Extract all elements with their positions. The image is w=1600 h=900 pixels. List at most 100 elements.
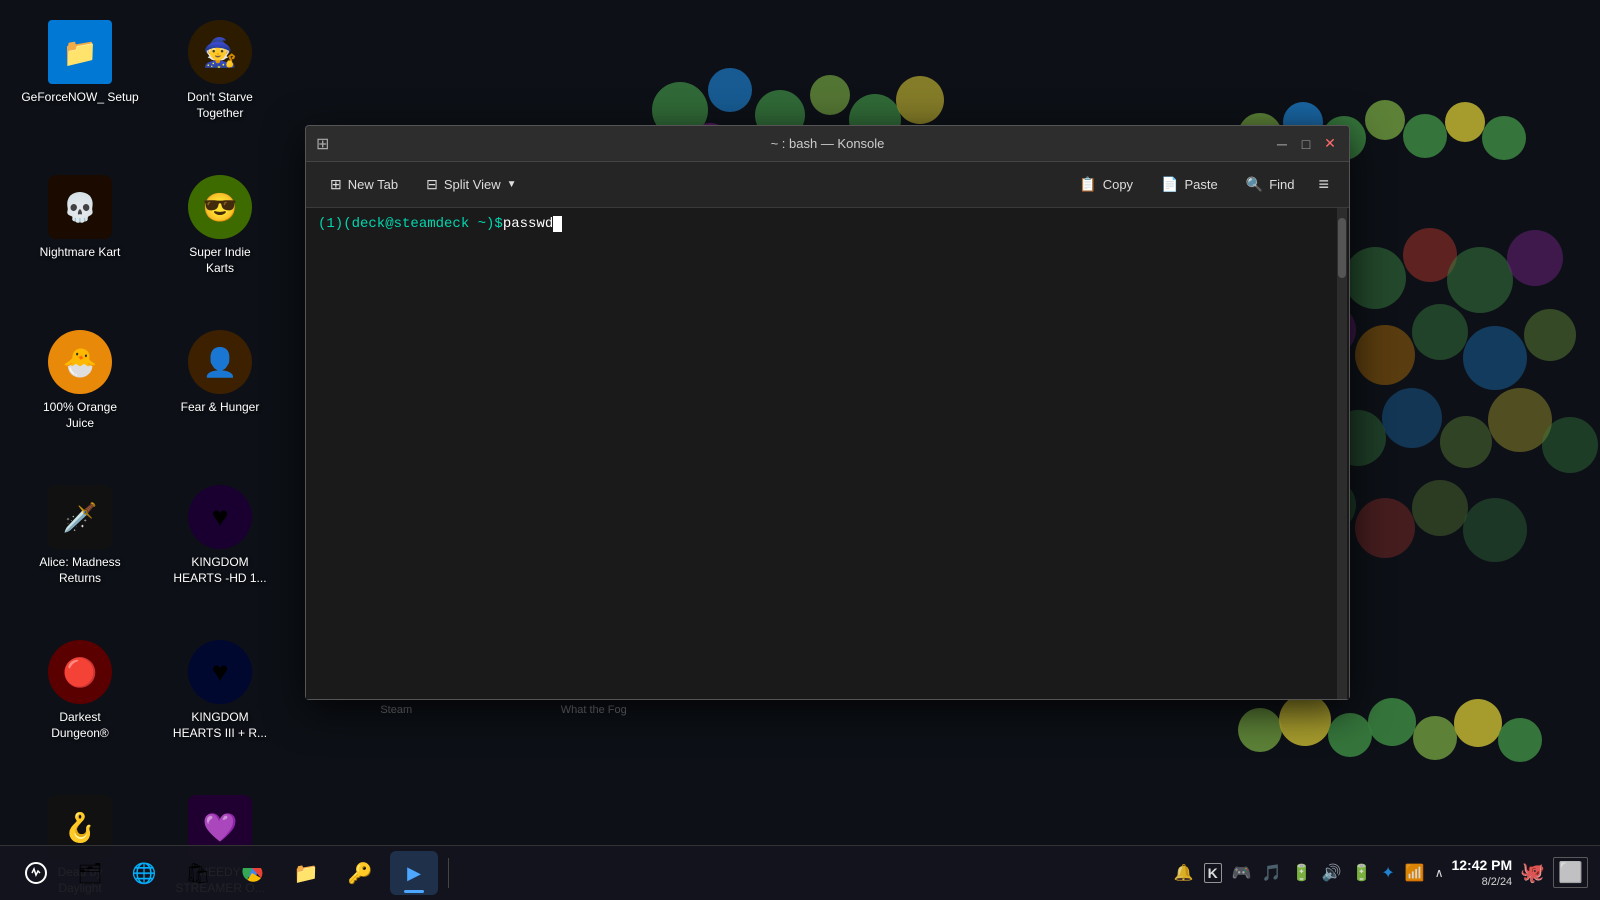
kde-icon[interactable]: K bbox=[1204, 863, 1222, 883]
github-icon[interactable]: 🐙 bbox=[1520, 860, 1545, 885]
oj-label: 100% OrangeJuice bbox=[43, 400, 117, 431]
toolbar-right: 📋 Copy 📄 Paste 🔍 Find ≡ bbox=[1067, 170, 1337, 199]
taskbar-right: 🔔 K 🎮 🎵 🔋 🔊 🔋 ✦ 📶 ∧ 12:42 PM 8/2/24 🐙 ⬜ bbox=[1174, 856, 1588, 891]
taskbar-chrome[interactable] bbox=[228, 851, 276, 895]
taskbar-separator bbox=[448, 858, 449, 888]
split-view-button[interactable]: ⊟ Split View ▼ bbox=[414, 170, 528, 199]
close-button[interactable]: ✕ bbox=[1321, 135, 1339, 153]
paste-icon: 📄 bbox=[1161, 176, 1178, 193]
prompt-command: passwd bbox=[503, 216, 553, 232]
fh-label: Fear & Hunger bbox=[181, 400, 260, 416]
dd-icon: 🔴 bbox=[48, 640, 112, 704]
new-tab-icon: ⊞ bbox=[330, 176, 342, 193]
volume-icon[interactable]: 🔊 bbox=[1322, 863, 1342, 883]
desktop-icon-kh1[interactable]: ♥ KINGDOMHEARTS -HD 1... bbox=[150, 475, 290, 630]
system-tray: 🔔 K 🎮 🎵 🔋 🔊 🔋 ✦ 📶 ∧ bbox=[1174, 863, 1444, 883]
split-view-label: Split View bbox=[444, 177, 501, 192]
konsole-titlebar: ⊞ ~ : bash — Konsole ─ □ ✕ bbox=[306, 126, 1349, 162]
battery-icon[interactable]: 🔋 bbox=[1351, 863, 1371, 883]
taskbar-kleopatra[interactable]: 🔑 bbox=[336, 851, 384, 895]
split-view-chevron: ▼ bbox=[507, 179, 517, 190]
cursor bbox=[553, 216, 562, 232]
minimize-button[interactable]: ─ bbox=[1273, 135, 1291, 153]
scrollbar-thumb[interactable] bbox=[1338, 218, 1346, 278]
files-icon: 🗂 bbox=[77, 861, 102, 886]
scrollbar[interactable] bbox=[1337, 208, 1347, 699]
expand-icon[interactable]: ∧ bbox=[1435, 866, 1444, 880]
wifi-icon[interactable]: 📶 bbox=[1405, 863, 1425, 883]
taskbar-browser[interactable]: 🌐 bbox=[120, 851, 168, 895]
copy-label: Copy bbox=[1103, 177, 1133, 192]
konsole-title: ~ : bash — Konsole bbox=[771, 136, 885, 151]
new-tab-button[interactable]: ⊞ New Tab bbox=[318, 170, 410, 199]
terminal-icon: ▶ bbox=[407, 863, 421, 884]
maximize-button[interactable]: □ bbox=[1297, 135, 1315, 153]
desktop: 📁 GeForceNOW_ Setup 🧙 Don't StarveTogeth… bbox=[0, 0, 1600, 900]
kh1-icon: ♥ bbox=[188, 485, 252, 549]
bluetooth-icon[interactable]: ✦ bbox=[1381, 863, 1394, 883]
system-clock[interactable]: 12:42 PM 8/2/24 bbox=[1451, 856, 1512, 891]
kh1-label: KINGDOMHEARTS -HD 1... bbox=[173, 555, 266, 586]
kh3-label: KINGDOMHEARTS III + R... bbox=[173, 710, 267, 741]
clock-time: 12:42 PM bbox=[1451, 856, 1512, 876]
prompt-line: (1)(deck@steamdeck ~)$ passwd bbox=[318, 216, 1337, 232]
desktop-icon-nk[interactable]: 💀 Nightmare Kart bbox=[10, 165, 150, 320]
desktop-icon-kh3[interactable]: ♥ KINGDOMHEARTS III + R... bbox=[150, 630, 290, 785]
browser-icon: 🌐 bbox=[132, 861, 157, 886]
discover-icon: 🛍 bbox=[185, 861, 210, 886]
nk-icon: 💀 bbox=[48, 175, 112, 239]
dst-label: Don't StarveTogether bbox=[187, 90, 253, 121]
konsole-window: ⊞ ~ : bash — Konsole ─ □ ✕ ⊞ New Tab ⊟ S… bbox=[305, 125, 1350, 700]
steam-tray-icon[interactable]: 🎮 bbox=[1232, 863, 1252, 883]
desktop-icon-dst[interactable]: 🧙 Don't StarveTogether bbox=[150, 10, 290, 165]
dst-icon: 🧙 bbox=[188, 20, 252, 84]
desktop-icon-sik[interactable]: 😎 Super IndieKarts bbox=[150, 165, 290, 320]
konsole-menu-icon: ⊞ bbox=[316, 134, 329, 154]
kh3-icon: ♥ bbox=[188, 640, 252, 704]
clock-date: 8/2/24 bbox=[1451, 875, 1512, 890]
alice-icon: 🗡️ bbox=[48, 485, 112, 549]
taskbar-activity[interactable] bbox=[12, 851, 60, 895]
geforce-label: GeForceNOW_ Setup bbox=[21, 90, 138, 106]
prompt-prefix: (1)(deck@steamdeck ~)$ bbox=[318, 216, 503, 232]
desktop-show-icon[interactable]: ⬜ bbox=[1553, 857, 1588, 888]
taskbar-files[interactable]: 🗂 bbox=[66, 851, 114, 895]
new-tab-label: New Tab bbox=[348, 177, 398, 192]
chrome-icon bbox=[240, 861, 264, 885]
desktop-icon-oj[interactable]: 🐣 100% OrangeJuice bbox=[10, 320, 150, 475]
geforce-icon: 📁 bbox=[48, 20, 112, 84]
fh-icon: 👤 bbox=[188, 330, 252, 394]
nk-label: Nightmare Kart bbox=[40, 245, 121, 261]
desktop-icon-fh[interactable]: 👤 Fear & Hunger bbox=[150, 320, 290, 475]
taskbar-filemanager[interactable]: 📁 bbox=[282, 851, 330, 895]
copy-button[interactable]: 📋 Copy bbox=[1067, 170, 1145, 199]
sik-label: Super IndieKarts bbox=[189, 245, 250, 276]
alice-label: Alice: MadnessReturns bbox=[39, 555, 120, 586]
oj-icon: 🐣 bbox=[48, 330, 112, 394]
paste-label: Paste bbox=[1185, 177, 1218, 192]
taskbar: 🗂 🌐 🛍 📁 🔑 ▶ 🔔 bbox=[0, 845, 1600, 900]
window-controls: ─ □ ✕ bbox=[1273, 135, 1339, 153]
menu-button[interactable]: ≡ bbox=[1310, 170, 1337, 199]
desktop-icons-area: 📁 GeForceNOW_ Setup 🧙 Don't StarveTogeth… bbox=[0, 0, 270, 760]
copy-icon: 📋 bbox=[1079, 176, 1096, 193]
sik-icon: 😎 bbox=[188, 175, 252, 239]
desktop-icon-dd[interactable]: 🔴 DarkestDungeon® bbox=[10, 630, 150, 785]
kleopatra-icon: 🔑 bbox=[348, 861, 373, 886]
terminal-content[interactable]: (1)(deck@steamdeck ~)$ passwd bbox=[306, 208, 1349, 699]
dd-label: DarkestDungeon® bbox=[51, 710, 109, 741]
filemanager-icon: 📁 bbox=[294, 861, 319, 886]
find-icon: 🔍 bbox=[1246, 176, 1263, 193]
audio-icon[interactable]: 🎵 bbox=[1262, 863, 1282, 883]
paste-button[interactable]: 📄 Paste bbox=[1149, 170, 1230, 199]
taskbar-terminal[interactable]: ▶ bbox=[390, 851, 438, 895]
konsole-toolbar: ⊞ New Tab ⊟ Split View ▼ 📋 Copy 📄 Paste bbox=[306, 162, 1349, 208]
bell-icon[interactable]: 🔔 bbox=[1174, 863, 1194, 883]
split-view-icon: ⊟ bbox=[426, 176, 438, 193]
taskbar-discover[interactable]: 🛍 bbox=[174, 851, 222, 895]
activity-icon bbox=[24, 861, 48, 885]
find-button[interactable]: 🔍 Find bbox=[1234, 170, 1307, 199]
desktop-icon-geforce[interactable]: 📁 GeForceNOW_ Setup bbox=[10, 10, 150, 165]
desktop-icon-alice[interactable]: 🗡️ Alice: MadnessReturns bbox=[10, 475, 150, 630]
battery-low-icon[interactable]: 🔋 bbox=[1292, 863, 1312, 883]
